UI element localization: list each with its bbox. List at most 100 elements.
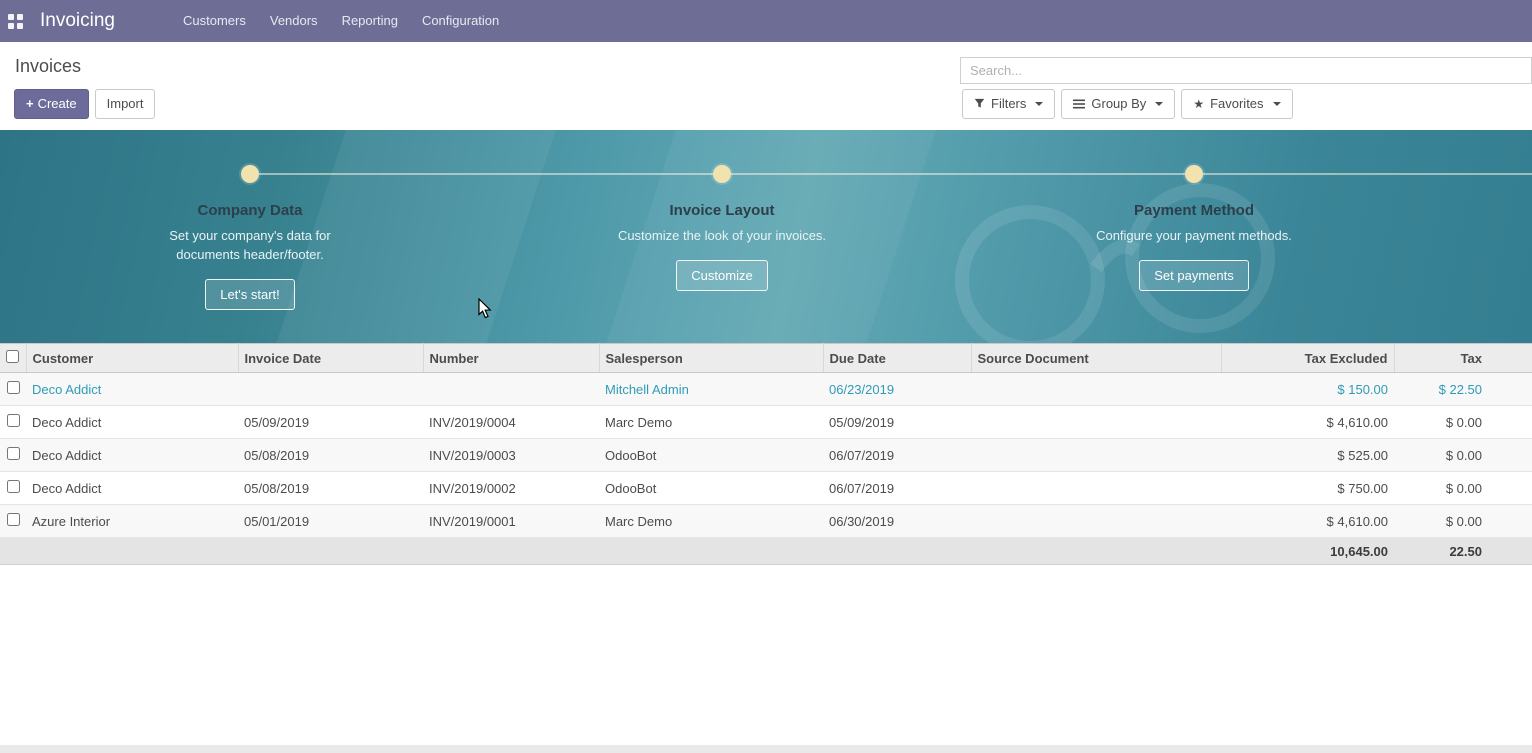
create-button[interactable]: +Create	[14, 89, 89, 119]
favorites-button[interactable]: ★ Favorites	[1181, 89, 1292, 119]
cell-customer[interactable]: Deco Addict	[26, 406, 238, 439]
step-dot-invoice-layout	[713, 165, 731, 183]
column-header-tax[interactable]: Tax	[1394, 344, 1532, 373]
cell-salesperson[interactable]: Marc Demo	[599, 406, 823, 439]
row-select-cell	[0, 373, 26, 406]
column-header-customer[interactable]: Customer	[26, 344, 238, 373]
menu-vendors[interactable]: Vendors	[258, 0, 330, 42]
invoice-row[interactable]: Deco Addict Mitchell Admin 06/23/2019 $ …	[0, 373, 1532, 406]
grid-icon	[8, 14, 23, 29]
row-checkbox[interactable]	[7, 381, 20, 394]
search-box	[960, 57, 1532, 84]
cell-due-date[interactable]: 06/30/2019	[823, 505, 971, 538]
cell-salesperson[interactable]: Marc Demo	[599, 505, 823, 538]
total-tax-excluded: 10,645.00	[1221, 538, 1394, 565]
column-header-salesperson[interactable]: Salesperson	[599, 344, 823, 373]
column-header-tax-excluded[interactable]: Tax Excluded	[1221, 344, 1394, 373]
horizontal-scrollbar[interactable]	[0, 745, 1532, 753]
cell-invoice-date[interactable]	[238, 373, 423, 406]
invoice-list: Customer Invoice Date Number Salesperson…	[0, 343, 1532, 565]
menu-customers[interactable]: Customers	[171, 0, 258, 42]
row-checkbox[interactable]	[7, 447, 20, 460]
cell-tax-excluded[interactable]: $ 4,610.00	[1221, 505, 1394, 538]
cell-source-document[interactable]	[971, 373, 1221, 406]
invoicing-page: Invoicing Customers Vendors Reporting Co…	[0, 0, 1532, 753]
cell-tax[interactable]: $ 22.50	[1394, 373, 1532, 406]
cell-tax-excluded[interactable]: $ 4,610.00	[1221, 406, 1394, 439]
cell-invoice-date[interactable]: 05/01/2019	[238, 505, 423, 538]
group-by-button-label: Group By	[1091, 96, 1146, 112]
search-input[interactable]	[961, 58, 1531, 83]
row-checkbox[interactable]	[7, 480, 20, 493]
cell-invoice-date[interactable]: 05/08/2019	[238, 439, 423, 472]
cell-due-date[interactable]: 06/23/2019	[823, 373, 971, 406]
cell-tax[interactable]: $ 0.00	[1394, 505, 1532, 538]
cell-customer[interactable]: Deco Addict	[26, 472, 238, 505]
cell-invoice-date[interactable]: 05/09/2019	[238, 406, 423, 439]
invoice-row[interactable]: Deco Addict 05/09/2019 INV/2019/0004 Mar…	[0, 406, 1532, 439]
cell-source-document[interactable]	[971, 406, 1221, 439]
cell-number[interactable]: INV/2019/0002	[423, 472, 599, 505]
invoice-row[interactable]: Azure Interior 05/01/2019 INV/2019/0001 …	[0, 505, 1532, 538]
cell-tax-excluded[interactable]: $ 750.00	[1221, 472, 1394, 505]
apps-menu-icon[interactable]	[0, 0, 30, 42]
filter-funnel-icon	[974, 98, 985, 109]
row-checkbox[interactable]	[7, 513, 20, 526]
menu-configuration[interactable]: Configuration	[410, 0, 511, 42]
caret-down-icon	[1155, 102, 1163, 106]
cell-number[interactable]: INV/2019/0001	[423, 505, 599, 538]
cell-customer[interactable]: Azure Interior	[26, 505, 238, 538]
group-by-button[interactable]: Group By	[1061, 89, 1175, 119]
select-all-checkbox[interactable]	[6, 350, 19, 363]
customize-button[interactable]: Customize	[676, 260, 767, 291]
totals-empty-cell	[0, 538, 26, 565]
star-icon: ★	[1193, 97, 1204, 111]
select-all-header	[0, 344, 26, 373]
cell-customer[interactable]: Deco Addict	[26, 439, 238, 472]
totals-empty-cell	[823, 538, 971, 565]
column-header-due-date[interactable]: Due Date	[823, 344, 971, 373]
step-title: Company Data	[197, 202, 302, 219]
cell-tax-excluded[interactable]: $ 525.00	[1221, 439, 1394, 472]
cell-source-document[interactable]	[971, 472, 1221, 505]
cell-due-date[interactable]: 06/07/2019	[823, 472, 971, 505]
cell-tax-excluded[interactable]: $ 150.00	[1221, 373, 1394, 406]
set-payments-button[interactable]: Set payments	[1139, 260, 1249, 291]
cell-salesperson[interactable]: OdooBot	[599, 439, 823, 472]
import-button[interactable]: Import	[95, 89, 156, 119]
step-description: Configure your payment methods.	[1096, 227, 1292, 246]
invoice-row[interactable]: Deco Addict 05/08/2019 INV/2019/0002 Odo…	[0, 472, 1532, 505]
column-header-number[interactable]: Number	[423, 344, 599, 373]
cell-salesperson[interactable]: OdooBot	[599, 472, 823, 505]
cell-due-date[interactable]: 06/07/2019	[823, 439, 971, 472]
step-title: Payment Method	[1134, 202, 1254, 219]
row-select-cell	[0, 439, 26, 472]
row-checkbox[interactable]	[7, 414, 20, 427]
column-header-source-document[interactable]: Source Document	[971, 344, 1221, 373]
cell-tax[interactable]: $ 0.00	[1394, 406, 1532, 439]
cell-number[interactable]	[423, 373, 599, 406]
cell-invoice-date[interactable]: 05/08/2019	[238, 472, 423, 505]
invoice-row[interactable]: Deco Addict 05/08/2019 INV/2019/0003 Odo…	[0, 439, 1532, 472]
cell-number[interactable]: INV/2019/0004	[423, 406, 599, 439]
cell-salesperson[interactable]: Mitchell Admin	[599, 373, 823, 406]
onboarding-step-invoice-layout: Invoice Layout Customize the look of you…	[562, 194, 882, 291]
cell-tax[interactable]: $ 0.00	[1394, 472, 1532, 505]
cell-tax[interactable]: $ 0.00	[1394, 439, 1532, 472]
row-select-cell	[0, 406, 26, 439]
onboarding-step-payment-method: Payment Method Configure your payment me…	[1034, 194, 1354, 291]
column-header-invoice-date[interactable]: Invoice Date	[238, 344, 423, 373]
search-options: Filters Group By ★ Favorites	[962, 89, 1293, 119]
cell-source-document[interactable]	[971, 439, 1221, 472]
lets-start-button[interactable]: Let's start!	[205, 279, 295, 310]
cell-customer[interactable]: Deco Addict	[26, 373, 238, 406]
favorites-button-label: Favorites	[1210, 96, 1263, 112]
filters-button[interactable]: Filters	[962, 89, 1055, 119]
app-title[interactable]: Invoicing	[40, 10, 115, 32]
cell-due-date[interactable]: 05/09/2019	[823, 406, 971, 439]
cell-number[interactable]: INV/2019/0003	[423, 439, 599, 472]
menu-reporting[interactable]: Reporting	[330, 0, 410, 42]
create-button-label: Create	[38, 96, 77, 111]
step-description: Customize the look of your invoices.	[618, 227, 826, 246]
cell-source-document[interactable]	[971, 505, 1221, 538]
